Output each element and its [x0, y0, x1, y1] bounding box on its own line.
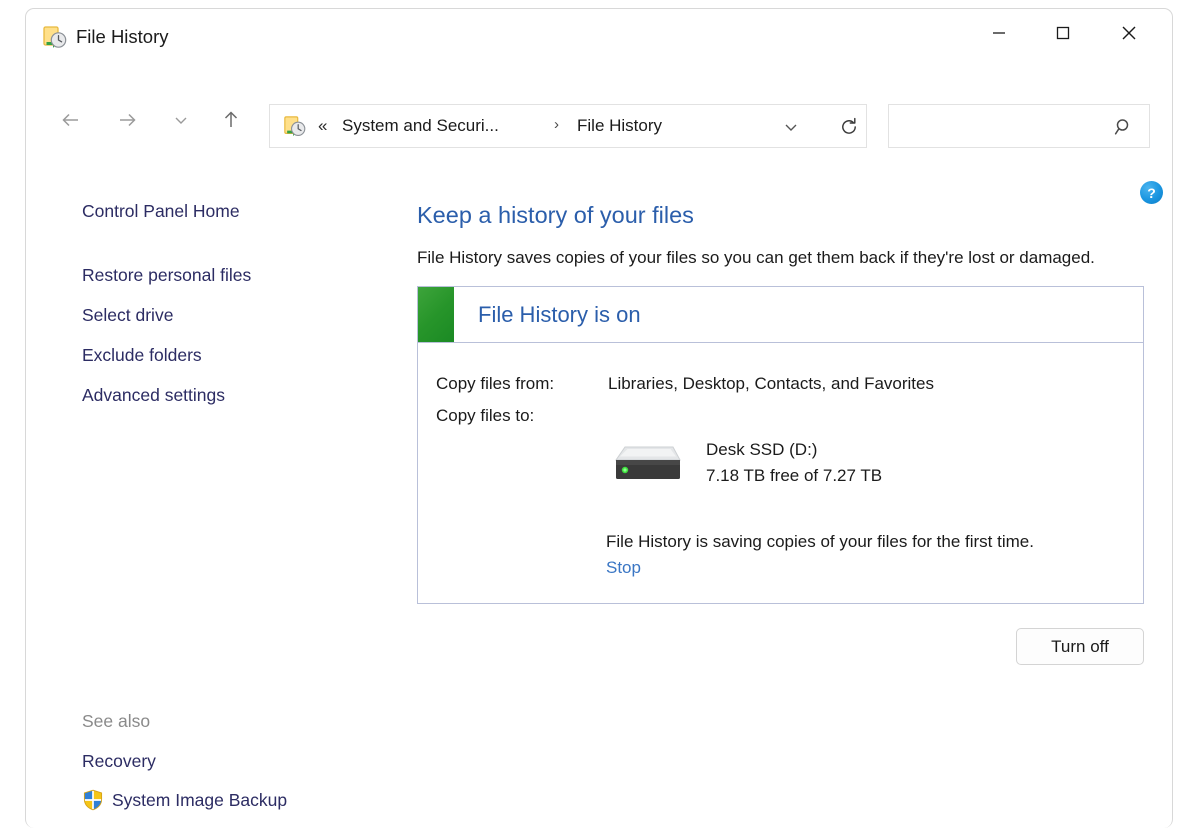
- saving-status-text: File History is saving copies of your fi…: [606, 532, 1034, 551]
- copy-from-label: Copy files from:: [436, 374, 555, 393]
- breadcrumb-item-file-history[interactable]: File History: [577, 116, 662, 136]
- main-content: Keep a history of your files File Histor…: [417, 199, 1147, 665]
- address-chevron-down-icon[interactable]: [775, 115, 807, 139]
- up-arrow-icon[interactable]: [212, 101, 250, 139]
- recent-locations-chevron-down-icon[interactable]: [162, 101, 200, 139]
- breadcrumb-overflow-chevrons[interactable]: «: [318, 116, 327, 136]
- page-title: Keep a history of your files: [417, 202, 694, 228]
- sidebar-item-control-panel-home[interactable]: Control Panel Home: [82, 199, 412, 223]
- forward-arrow-icon[interactable]: [108, 101, 146, 139]
- see-also-item-label: System Image Backup: [112, 790, 288, 810]
- stop-link[interactable]: Stop: [606, 555, 641, 581]
- copy-from-row: Copy files from: Libraries, Desktop, Con…: [436, 371, 1143, 397]
- status-panel-header: File History is on: [418, 287, 1143, 343]
- status-panel-body: Copy files from: Libraries, Desktop, Con…: [418, 343, 1143, 603]
- title-bar: File History: [26, 9, 1172, 65]
- drive-free-space: 7.18 TB free of 7.27 TB: [706, 466, 883, 485]
- drive-info: Desk SSD (D:) 7.18 TB free of 7.27 TB: [706, 437, 882, 489]
- minimize-button[interactable]: [968, 9, 1030, 56]
- window-title: File History: [76, 26, 169, 47]
- address-bar[interactable]: « System and Securi... › File History: [269, 104, 867, 148]
- search-icon[interactable]: [1112, 115, 1136, 139]
- copy-from-value: Libraries, Desktop, Contacts, and Favori…: [608, 374, 934, 393]
- sidebar-item-restore-personal-files[interactable]: Restore personal files: [82, 263, 412, 287]
- sidebar-item-select-drive[interactable]: Select drive: [82, 303, 412, 327]
- external-drive-icon: [606, 440, 682, 486]
- sidebar: Control Panel Home Restore personal file…: [82, 199, 412, 423]
- turn-off-button[interactable]: Turn off: [1016, 628, 1144, 665]
- search-box[interactable]: [888, 104, 1150, 149]
- navigation-toolbar: « System and Securi... › File History: [26, 89, 1172, 151]
- file-history-icon: [42, 25, 67, 50]
- status-badge: [418, 287, 454, 342]
- see-also-item-system-image-backup[interactable]: System Image Backup: [82, 788, 422, 812]
- status-panel: File History is on Copy files from: Libr…: [417, 286, 1144, 604]
- sidebar-item-exclude-folders[interactable]: Exclude folders: [82, 343, 412, 367]
- shield-icon: [82, 789, 104, 811]
- status-title: File History is on: [478, 301, 641, 327]
- breadcrumb-separator: ›: [554, 116, 559, 133]
- maximize-button[interactable]: [1032, 9, 1094, 56]
- back-arrow-icon[interactable]: [52, 101, 90, 139]
- file-history-icon: [283, 115, 306, 138]
- copy-to-row: Copy files to:: [436, 403, 1143, 429]
- close-button[interactable]: [1098, 9, 1160, 56]
- turn-off-row: Turn off: [417, 628, 1144, 665]
- refresh-icon[interactable]: [835, 114, 863, 140]
- file-history-window: File History « System and Securi... › Fi…: [25, 8, 1173, 828]
- sidebar-item-advanced-settings[interactable]: Advanced settings: [82, 383, 412, 407]
- drive-name: Desk SSD (D:): [706, 440, 818, 459]
- see-also-label: See also: [82, 711, 151, 731]
- search-input[interactable]: [899, 105, 1113, 149]
- breadcrumb-item-system-and-security[interactable]: System and Securi...: [342, 116, 499, 136]
- page-description: File History saves copies of your files …: [417, 248, 1095, 267]
- target-drive: Desk SSD (D:) 7.18 TB free of 7.27 TB: [606, 437, 1143, 489]
- see-also-item-recovery[interactable]: Recovery: [82, 749, 422, 773]
- copy-to-label: Copy files to:: [436, 406, 535, 425]
- see-also-section: See also Recovery System Image Backup: [82, 709, 422, 812]
